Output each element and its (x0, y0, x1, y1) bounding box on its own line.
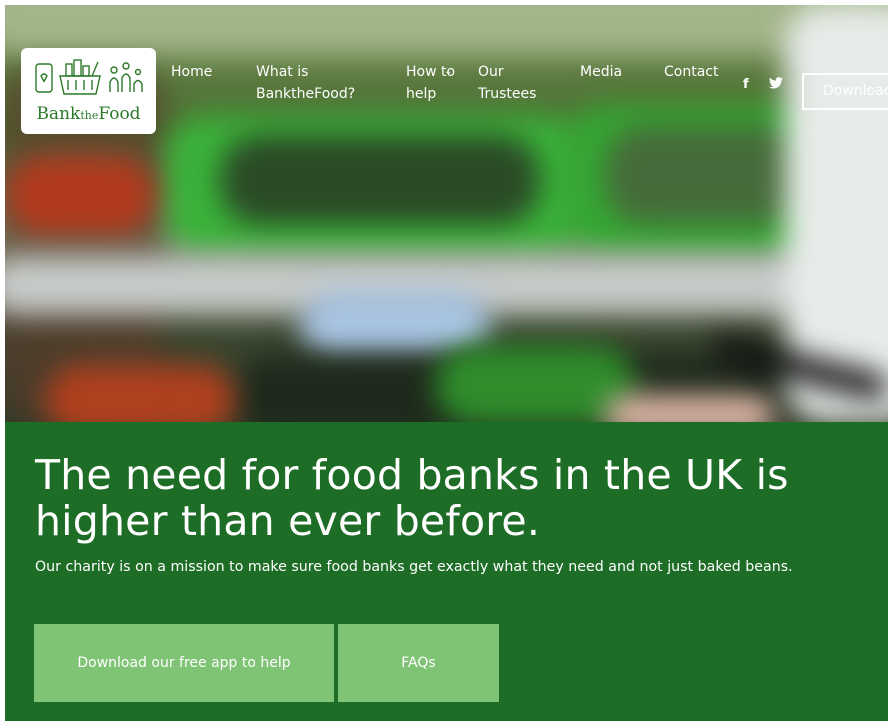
nav-contact[interactable]: Contact (664, 61, 718, 83)
twitter-bird-icon (769, 77, 783, 89)
download-app-button[interactable]: Download our free app to help (34, 624, 334, 702)
nav-our-trustees[interactable]: Our Trustees (478, 61, 558, 105)
hero-headline: The need for food banks in the UK is hig… (35, 451, 789, 545)
twitter-icon[interactable] (769, 77, 783, 93)
main-nav: Home What is BanktheFood? How to help ⌄ … (5, 61, 888, 141)
chevron-down-icon: ⌄ (444, 66, 453, 77)
hero-subline: Our charity is on a mission to make sure… (35, 559, 793, 575)
nav-how-to-help[interactable]: How to help ⌄ (406, 61, 461, 105)
mission-section: The need for food banks in the UK is hig… (5, 422, 888, 721)
facebook-icon[interactable]: f (743, 77, 749, 92)
nav-media[interactable]: Media (580, 61, 622, 83)
nav-home[interactable]: Home (171, 61, 212, 83)
faqs-button[interactable]: FAQs (338, 624, 499, 702)
page: BanktheFood Home What is BanktheFood? Ho… (5, 5, 888, 721)
download-nav-button[interactable]: Download (802, 73, 888, 110)
nav-what-is-bankthefood[interactable]: What is BanktheFood? (256, 61, 376, 105)
